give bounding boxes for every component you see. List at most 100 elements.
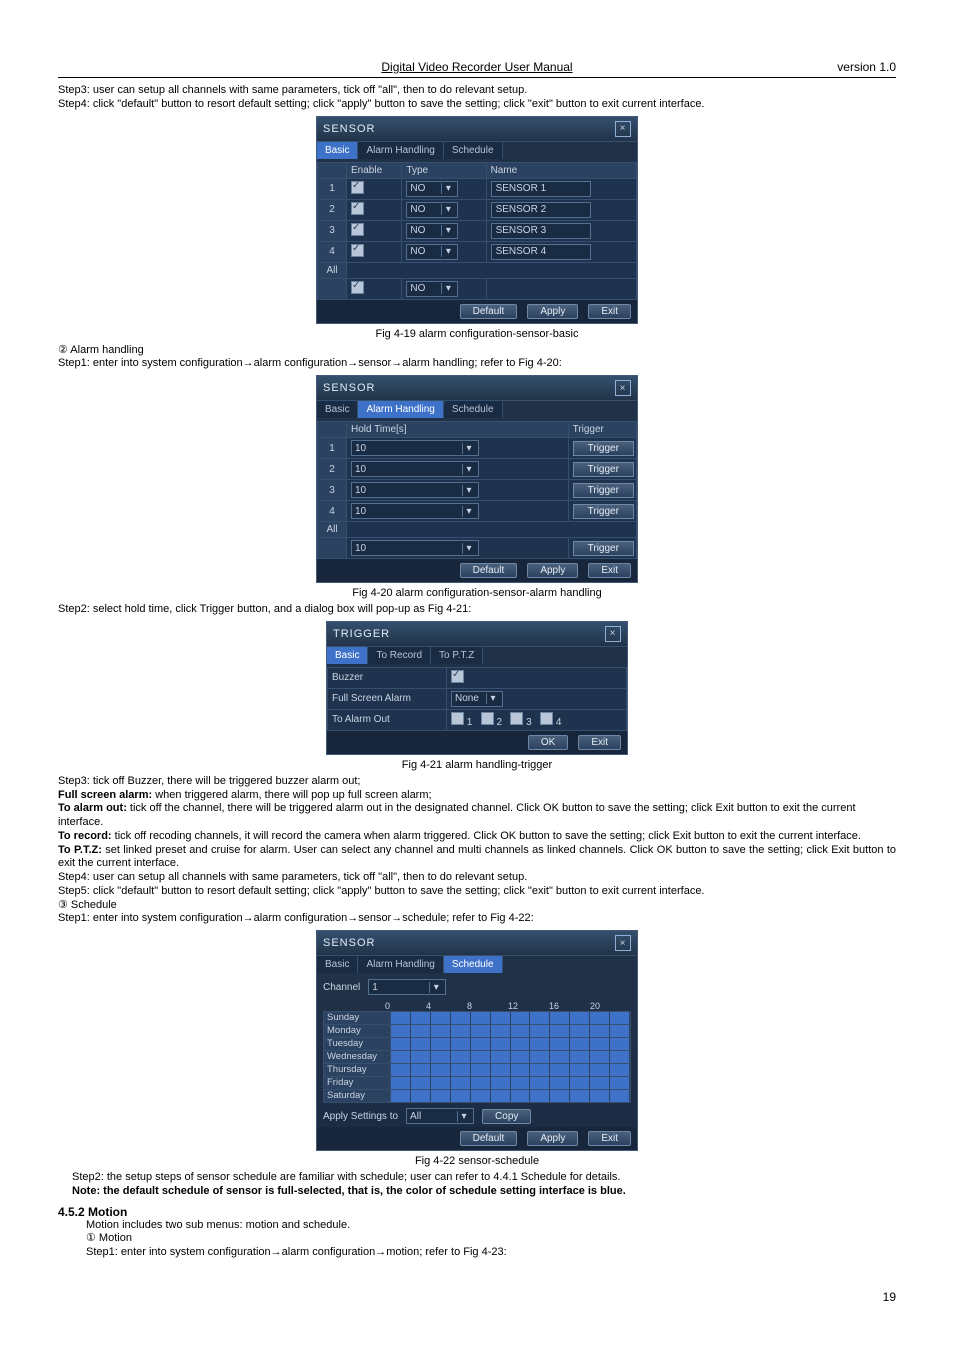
table-row: 3 NO▾ SENSOR 3 [318, 220, 637, 241]
chevron-down-icon: ▾ [441, 246, 454, 257]
fig419-caption: Fig 4-19 alarm configuration-sensor-basi… [58, 328, 896, 340]
close-icon[interactable]: × [615, 380, 631, 396]
day-label[interactable]: Sunday [323, 1011, 391, 1025]
trigger-button[interactable]: Trigger [573, 504, 634, 519]
fig422-caption: Fig 4-22 sensor-schedule [58, 1155, 896, 1167]
hold-select[interactable]: 10▾ [351, 503, 479, 519]
tab-to-record[interactable]: To Record [368, 647, 431, 664]
type-select[interactable]: NO▾ [406, 244, 458, 260]
name-field[interactable]: SENSOR 2 [491, 202, 591, 218]
tao-label: To Alarm Out [328, 709, 447, 730]
after421-tp: To P.T.Z: set linked preset and cruise f… [58, 844, 896, 872]
channel-select[interactable]: 1▾ [368, 979, 446, 995]
fig420-caption: Fig 4-20 alarm configuration-sensor-alar… [58, 587, 896, 599]
intro-step3: Step3: user can setup all channels with … [58, 84, 896, 98]
trigger-all-button[interactable]: Trigger [573, 541, 634, 556]
default-button[interactable]: Default [460, 304, 518, 319]
name-field[interactable]: SENSOR 3 [491, 223, 591, 239]
day-label[interactable]: Thursday [323, 1063, 391, 1077]
apply-button[interactable]: Apply [527, 563, 578, 578]
exit-button[interactable]: Exit [588, 563, 631, 578]
tab-alarm-handling[interactable]: Alarm Handling [358, 401, 443, 418]
close-icon[interactable]: × [615, 121, 631, 137]
motion-heading: 4.5.2 Motion [58, 1205, 896, 1219]
apply-to-select[interactable]: All▾ [406, 1108, 474, 1124]
type-select[interactable]: NO▾ [406, 181, 458, 197]
after421-step5: Step5: click "default" button to resort … [58, 885, 896, 899]
trigger-button[interactable]: Trigger [573, 441, 634, 456]
enable-checkbox[interactable] [351, 244, 364, 257]
after422-step2: Step2: the setup steps of sensor schedul… [72, 1171, 896, 1185]
close-icon[interactable]: × [615, 935, 631, 951]
exit-button[interactable]: Exit [588, 304, 631, 319]
ok-button[interactable]: OK [528, 735, 568, 750]
hold-all-select[interactable]: 10▾ [351, 540, 479, 556]
alarm-handling-table: Hold Time[s] Trigger 1 10▾ Trigger 2 10▾… [317, 421, 637, 559]
close-icon[interactable]: × [605, 626, 621, 642]
after422-note: Note: the default schedule of sensor is … [72, 1185, 626, 1197]
tab-basic[interactable]: Basic [317, 142, 358, 159]
tab-alarm-handling[interactable]: Alarm Handling [358, 142, 443, 159]
hold-select[interactable]: 10▾ [351, 482, 479, 498]
trigger-table: Buzzer Full Screen Alarm None▾ To Alarm … [327, 667, 627, 731]
table-row: 1 10▾ Trigger [318, 438, 637, 459]
enable-checkbox[interactable] [351, 202, 364, 215]
day-label[interactable]: Friday [323, 1076, 391, 1090]
panel-title-text: SENSOR [323, 123, 375, 135]
chevron-down-icon: ▾ [486, 693, 499, 704]
after421-tr: To record: tick off recoding channels, i… [58, 830, 896, 844]
table-row: 3 10▾ Trigger [318, 480, 637, 501]
exit-button[interactable]: Exit [578, 735, 621, 750]
trigger-button[interactable]: Trigger [573, 462, 634, 477]
table-row: 2 10▾ Trigger [318, 459, 637, 480]
buzzer-checkbox[interactable] [451, 670, 464, 683]
tab-to-ptz[interactable]: To P.T.Z [431, 647, 483, 664]
alarm-out-checkbox[interactable] [481, 712, 494, 725]
tab-basic[interactable]: Basic [327, 647, 368, 664]
trigger-button[interactable]: Trigger [573, 483, 634, 498]
alarm-out-checkbox[interactable] [510, 712, 523, 725]
chevron-down-icon: ▾ [441, 283, 454, 294]
day-label[interactable]: Wednesday [323, 1050, 391, 1064]
tab-schedule[interactable]: Schedule [444, 142, 503, 159]
chevron-down-icon: ▾ [462, 485, 475, 496]
table-row-all: 10▾ Trigger [318, 538, 637, 559]
table-row-all: NO▾ [318, 278, 637, 299]
fsa-select[interactable]: None▾ [451, 691, 503, 707]
chevron-down-icon: ▾ [462, 464, 475, 475]
panel-title-text: SENSOR [323, 382, 375, 394]
type-select[interactable]: NO▾ [406, 223, 458, 239]
day-label[interactable]: Tuesday [323, 1037, 391, 1051]
name-field[interactable]: SENSOR 4 [491, 244, 591, 260]
alarm-out-checkbox[interactable] [540, 712, 553, 725]
chevron-down-icon: ▾ [441, 204, 454, 215]
hold-select[interactable]: 10▾ [351, 440, 479, 456]
enable-checkbox[interactable] [351, 181, 364, 194]
chevron-down-icon: ▾ [441, 225, 454, 236]
schedule-grid[interactable]: 0 4 8 12 16 20 Sunday Monday Tuesday Wed… [317, 998, 637, 1105]
default-button[interactable]: Default [460, 563, 518, 578]
default-button[interactable]: Default [460, 1131, 518, 1146]
type-select[interactable]: NO▾ [406, 202, 458, 218]
apply-button[interactable]: Apply [527, 1131, 578, 1146]
copy-button[interactable]: Copy [482, 1109, 531, 1124]
chevron-down-icon: ▾ [441, 183, 454, 194]
apply-button[interactable]: Apply [527, 304, 578, 319]
after421-step4: Step4: user can setup all channels with … [58, 871, 896, 885]
enable-checkbox[interactable] [351, 223, 364, 236]
name-field[interactable]: SENSOR 1 [491, 181, 591, 197]
tab-alarm-handling[interactable]: Alarm Handling [358, 956, 443, 973]
page-header: Digital Video Recorder User Manual versi… [58, 60, 896, 78]
enable-all-checkbox[interactable] [351, 281, 364, 294]
tab-basic[interactable]: Basic [317, 956, 358, 973]
day-label[interactable]: Monday [323, 1024, 391, 1038]
tab-schedule[interactable]: Schedule [444, 956, 503, 973]
exit-button[interactable]: Exit [588, 1131, 631, 1146]
hold-select[interactable]: 10▾ [351, 461, 479, 477]
type-all-select[interactable]: NO▾ [406, 281, 458, 297]
tab-schedule[interactable]: Schedule [444, 401, 503, 418]
sensor-schedule-panel: SENSOR × Basic Alarm Handling Schedule C… [316, 930, 638, 1151]
tab-basic[interactable]: Basic [317, 401, 358, 418]
alarm-out-checkbox[interactable] [451, 712, 464, 725]
day-label[interactable]: Saturday [323, 1089, 391, 1103]
